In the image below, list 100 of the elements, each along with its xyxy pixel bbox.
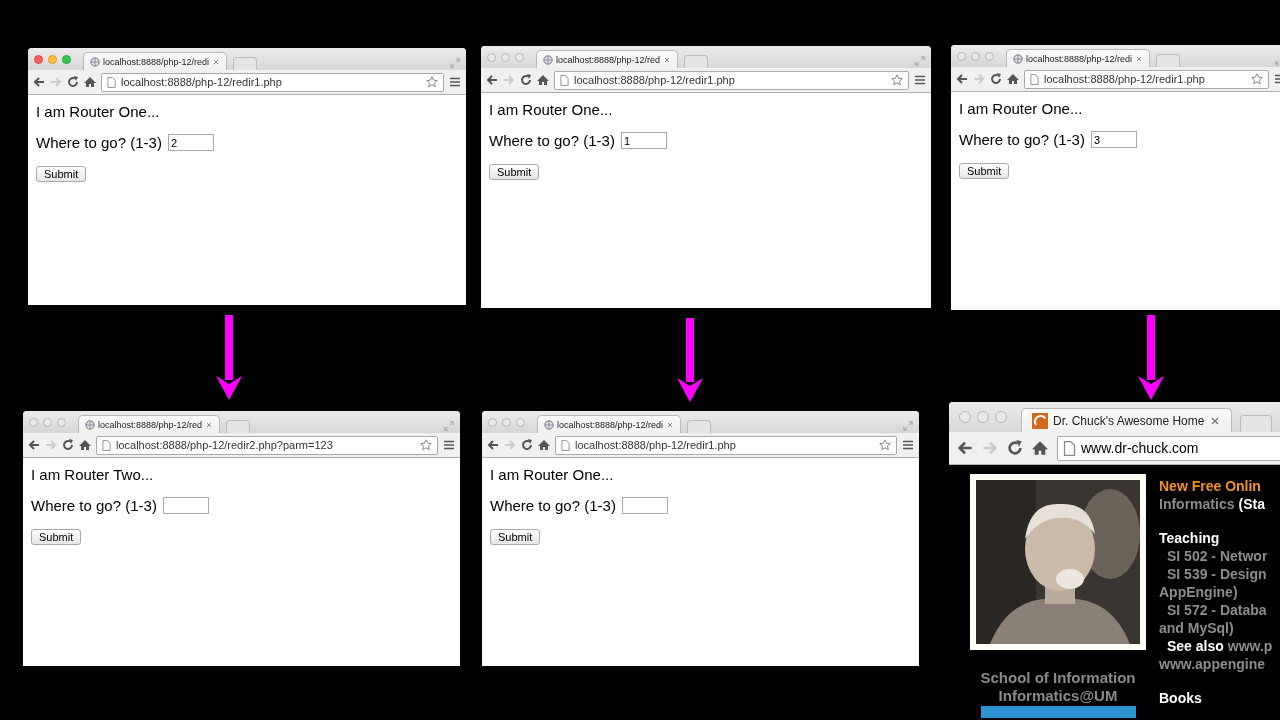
- submit-button[interactable]: Submit: [490, 529, 541, 545]
- reload-icon[interactable]: [520, 74, 532, 86]
- browser-tab[interactable]: localhost:8888/php-12/red: [78, 415, 221, 433]
- window-control[interactable]: [995, 411, 1007, 423]
- address-bar[interactable]: localhost:8888/php-12/redir1.php: [1024, 69, 1269, 89]
- window-control[interactable]: [501, 52, 510, 62]
- window-control[interactable]: [959, 411, 971, 423]
- window-control[interactable]: [34, 54, 43, 64]
- star-icon[interactable]: [1251, 73, 1263, 85]
- reload-icon[interactable]: [521, 439, 533, 451]
- browser-tab[interactable]: localhost:8888/php-12/redi: [537, 415, 682, 433]
- home-icon[interactable]: [84, 76, 96, 88]
- browser-tab[interactable]: localhost:8888/php-12/redi: [1006, 49, 1151, 67]
- home-icon[interactable]: [79, 439, 91, 451]
- menu-icon[interactable]: [449, 76, 461, 88]
- window-control[interactable]: [62, 54, 71, 64]
- page-link[interactable]: New Free Onlin: [1159, 477, 1261, 495]
- caption-link[interactable]: Informatics@UM: [998, 687, 1118, 705]
- home-icon[interactable]: [538, 439, 550, 451]
- reload-icon[interactable]: [1007, 440, 1023, 456]
- back-icon[interactable]: [33, 76, 45, 88]
- input-field[interactable]: [621, 497, 668, 514]
- star-icon[interactable]: [420, 439, 432, 451]
- reload-icon[interactable]: [990, 73, 1002, 85]
- back-icon[interactable]: [28, 439, 40, 451]
- back-icon[interactable]: [486, 74, 498, 86]
- page-link[interactable]: www.appengine: [1159, 655, 1266, 673]
- browser-tab[interactable]: localhost:8888/php-12/red: [536, 50, 679, 68]
- address-bar[interactable]: localhost:8888/php-12/redir1.php: [554, 70, 909, 90]
- caption-link[interactable]: School of Information: [980, 669, 1136, 687]
- forward-icon[interactable]: [973, 73, 985, 85]
- window-control[interactable]: [487, 52, 496, 62]
- page-icon: [560, 74, 569, 86]
- home-icon[interactable]: [1007, 73, 1019, 85]
- window-control[interactable]: [43, 417, 52, 427]
- close-icon[interactable]: [666, 420, 675, 429]
- input-field[interactable]: 1: [620, 132, 667, 149]
- new-tab-button[interactable]: [233, 57, 258, 70]
- browser-tab[interactable]: localhost:8888/php-12/redi: [83, 52, 228, 70]
- window-control[interactable]: [957, 51, 966, 61]
- forward-icon[interactable]: [503, 74, 515, 86]
- window-control[interactable]: [516, 417, 525, 427]
- address-bar[interactable]: localhost:8888/php-12/redir1.php: [555, 435, 897, 455]
- new-tab-button[interactable]: [226, 420, 251, 433]
- new-tab-button[interactable]: [687, 420, 712, 433]
- forward-icon[interactable]: [504, 439, 516, 451]
- home-icon[interactable]: [537, 74, 549, 86]
- input-field[interactable]: 3: [1090, 131, 1137, 148]
- page-link[interactable]: SI 502 - Networ: [1167, 547, 1268, 565]
- menu-icon[interactable]: [902, 439, 914, 451]
- address-bar[interactable]: localhost:8888/php-12/redir2.php?parm=123: [96, 435, 438, 455]
- home-icon[interactable]: [1032, 440, 1048, 456]
- submit-button[interactable]: Submit: [36, 166, 87, 182]
- close-icon[interactable]: [1135, 54, 1144, 63]
- page-link[interactable]: Informatics: [1159, 495, 1235, 513]
- address-bar[interactable]: localhost:8888/php-12/redir1.php: [101, 72, 444, 92]
- close-icon[interactable]: [205, 420, 214, 429]
- back-icon[interactable]: [957, 440, 973, 456]
- page-link[interactable]: and MySql): [1159, 619, 1234, 637]
- window-control[interactable]: [29, 417, 38, 427]
- address-bar[interactable]: www.dr-chuck.com: [1057, 435, 1280, 461]
- star-icon[interactable]: [891, 74, 903, 86]
- page-link[interactable]: SI 539 - Design: [1167, 565, 1267, 583]
- window-control[interactable]: [488, 417, 497, 427]
- submit-button[interactable]: Submit: [489, 164, 540, 180]
- window-control[interactable]: [985, 51, 994, 61]
- back-icon[interactable]: [956, 73, 968, 85]
- window-control[interactable]: [502, 417, 511, 427]
- star-icon[interactable]: [426, 76, 438, 88]
- forward-icon[interactable]: [45, 439, 57, 451]
- fullscreen-icon[interactable]: [450, 58, 460, 68]
- reload-icon[interactable]: [62, 439, 74, 451]
- input-field[interactable]: 2: [167, 134, 214, 151]
- window-control[interactable]: [971, 51, 980, 61]
- fullscreen-icon[interactable]: [444, 421, 454, 431]
- page-link[interactable]: AppEngine): [1159, 583, 1238, 601]
- browser-tab[interactable]: Dr. Chuck's Awesome Home: [1021, 408, 1233, 432]
- window-control[interactable]: [48, 54, 57, 64]
- window-control[interactable]: [515, 52, 524, 62]
- reload-icon[interactable]: [67, 76, 79, 88]
- new-tab-button[interactable]: [1156, 54, 1181, 67]
- close-icon[interactable]: [663, 55, 672, 64]
- menu-icon[interactable]: [443, 439, 455, 451]
- window-control[interactable]: [977, 411, 989, 423]
- forward-icon[interactable]: [50, 76, 62, 88]
- page-link[interactable]: www.p: [1227, 637, 1273, 655]
- menu-icon[interactable]: [914, 74, 926, 86]
- forward-icon[interactable]: [982, 440, 998, 456]
- new-tab-button[interactable]: [684, 55, 709, 68]
- new-tab-button[interactable]: [1240, 415, 1273, 432]
- fullscreen-icon[interactable]: [903, 421, 913, 431]
- submit-button[interactable]: Submit: [959, 163, 1010, 179]
- star-icon[interactable]: [879, 439, 891, 451]
- submit-button[interactable]: Submit: [31, 529, 82, 545]
- back-icon[interactable]: [487, 439, 499, 451]
- page-link[interactable]: SI 572 - Databa: [1167, 601, 1267, 619]
- close-icon[interactable]: [212, 57, 221, 66]
- input-field[interactable]: [162, 497, 209, 514]
- fullscreen-icon[interactable]: [915, 56, 925, 66]
- window-control[interactable]: [57, 417, 66, 427]
